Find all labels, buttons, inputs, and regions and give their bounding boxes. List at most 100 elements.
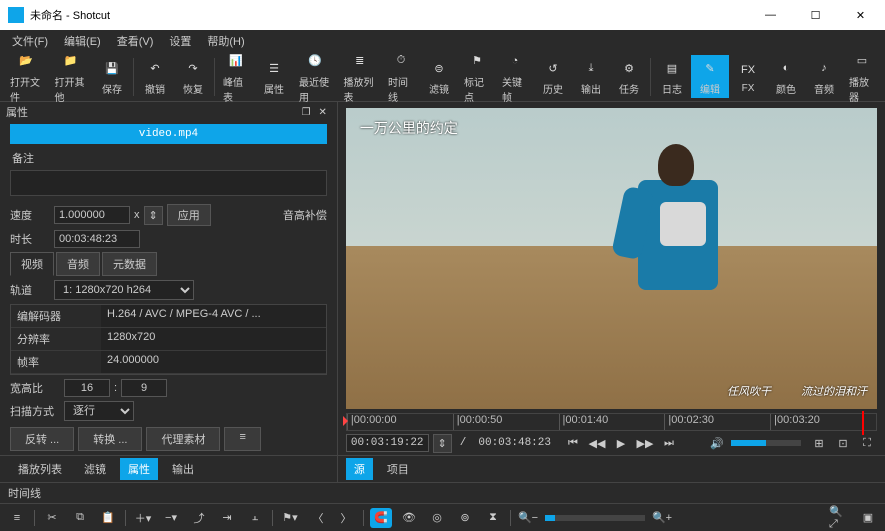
toolbar-fx[interactable]: FXFX (729, 57, 767, 96)
tab-video[interactable]: 视频 (10, 252, 54, 276)
tl-zoom-out-icon[interactable]: 🔍− (517, 508, 539, 528)
resolution-label: 分辨率 (11, 328, 101, 350)
scan-select[interactable]: 逐行 (64, 401, 134, 421)
btab-filters[interactable]: 滤镜 (76, 458, 114, 480)
toolbar-edit[interactable]: ✎编辑 (691, 55, 729, 98)
audio-icon: ♪ (813, 57, 835, 79)
toolbar-audio[interactable]: ♪音频 (805, 55, 843, 98)
tl-scrub-icon[interactable]: 👁 (398, 508, 420, 528)
tab-metadata[interactable]: 元数据 (102, 252, 157, 276)
menu-settings[interactable]: 设置 (161, 31, 199, 51)
pitch-label[interactable]: 音高补偿 (283, 207, 327, 223)
toolbar-color[interactable]: ◐颜色 (767, 55, 805, 98)
video-preview[interactable]: 一万公里的约定 任风吹干流过的泪和汗 (346, 108, 877, 409)
tl-copy-icon[interactable]: ⧉ (69, 508, 91, 528)
tl-next-marker-icon[interactable]: 〉 (335, 508, 357, 528)
toolbar-undo[interactable]: ↶撤销 (136, 55, 174, 98)
fullscreen-icon[interactable]: ⛶ (857, 434, 877, 452)
tl-record-icon[interactable]: ▣ (857, 508, 879, 528)
tl-marker-icon[interactable]: ⚑▾ (279, 508, 301, 528)
tl-zoom-fit-icon[interactable]: 🔍⤢ (829, 508, 851, 528)
tl-add-icon[interactable]: ＋▾ (132, 508, 154, 528)
toolbar-folder-plus[interactable]: 📁打开其他 (49, 48, 94, 106)
rewind-button[interactable]: ◀◀ (587, 434, 607, 452)
zoom-icon[interactable]: ⊡ (833, 434, 853, 452)
toolbar-redo[interactable]: ↷恢复 (174, 55, 212, 98)
volume-icon[interactable]: 🔊 (707, 434, 727, 452)
tl-lift-icon[interactable]: ⤴ (188, 508, 210, 528)
proxy-button[interactable]: 代理素材 (146, 427, 220, 451)
volume-slider[interactable] (731, 440, 801, 446)
log-icon: ▤ (661, 57, 683, 79)
toolbar-playlist[interactable]: ≣播放列表 (338, 48, 383, 106)
tl-paste-icon[interactable]: 📋 (97, 508, 119, 528)
tl-ripple-markers-icon[interactable]: ⧗ (482, 508, 504, 528)
tc-stepper[interactable]: ⇕ (433, 434, 452, 453)
toolbar-filters[interactable]: ⊜滤镜 (420, 55, 458, 98)
maximize-button[interactable]: ☐ (793, 1, 838, 29)
toolbar-export[interactable]: ⤓输出 (572, 55, 610, 98)
tl-ripple-all-icon[interactable]: ⊚ (454, 508, 476, 528)
rtab-project[interactable]: 项目 (379, 458, 417, 480)
tab-audio[interactable]: 音频 (56, 252, 100, 276)
playhead-marker[interactable] (862, 411, 864, 435)
tl-remove-icon[interactable]: −▾ (160, 508, 182, 528)
preview-ruler[interactable]: |00:00:00 |00:00:50 |00:01:40 |00:02:30 … (346, 413, 877, 431)
speed-stepper[interactable]: ⇕ (144, 206, 163, 225)
forward-button[interactable]: ▶▶ (635, 434, 655, 452)
tl-cut-icon[interactable]: ✂ (41, 508, 63, 528)
btab-export[interactable]: 输出 (164, 458, 202, 480)
tl-snap-icon[interactable]: 🧲 (370, 508, 392, 528)
play-button[interactable]: ▶ (611, 434, 631, 452)
duration-input[interactable] (54, 230, 140, 248)
toolbar-folder-open[interactable]: 📂打开文件 (4, 48, 49, 106)
toolbar-save[interactable]: 💾保存 (93, 55, 131, 98)
current-timecode[interactable]: 00:03:19:22 (346, 434, 429, 452)
menu-button[interactable]: ≡ (224, 427, 260, 451)
btab-properties[interactable]: 属性 (120, 458, 158, 480)
convert-button[interactable]: 转换 ... (78, 427, 142, 451)
props-icon: ☰ (263, 57, 285, 79)
rtab-source[interactable]: 源 (346, 458, 373, 480)
apply-button[interactable]: 应用 (167, 204, 211, 226)
grid-icon[interactable]: ⊞ (809, 434, 829, 452)
tl-ripple-icon[interactable]: ◎ (426, 508, 448, 528)
panel-close-icon[interactable]: ✕ (315, 107, 331, 118)
toolbar-peaks[interactable]: 📊峰值表 (217, 48, 255, 106)
player-icon: ▭ (851, 50, 873, 72)
skip-end-button[interactable]: ⏭ (659, 434, 679, 452)
resolution-value: 1280x720 (101, 328, 326, 350)
toolbar-log[interactable]: ▤日志 (653, 55, 691, 98)
folder-open-icon: 📂 (15, 50, 37, 72)
tl-menu-icon[interactable]: ≡ (6, 508, 28, 528)
reverse-button[interactable]: 反转 ... (10, 427, 74, 451)
tl-zoom-in-icon[interactable]: 🔍+ (651, 508, 673, 528)
toolbar-timeline[interactable]: ⏱时间线 (382, 48, 420, 106)
toolbar-jobs[interactable]: ⚙任务 (610, 55, 648, 98)
btab-playlist[interactable]: 播放列表 (10, 458, 70, 480)
export-icon: ⤓ (580, 57, 602, 79)
menu-view[interactable]: 查看(V) (109, 31, 162, 51)
close-button[interactable]: ✕ (838, 1, 883, 29)
toolbar-props[interactable]: ☰属性 (255, 55, 293, 98)
tl-prev-marker-icon[interactable]: 〈 (307, 508, 329, 528)
codec-value: H.264 / AVC / MPEG-4 AVC / ... (101, 305, 326, 327)
skip-start-button[interactable]: ⏮ (563, 434, 583, 452)
minimize-button[interactable]: — (748, 1, 793, 29)
markers-icon: ⚑ (466, 50, 488, 72)
toolbar-recent[interactable]: 🕓最近使用 (293, 48, 338, 106)
tl-overwrite-icon[interactable]: ⇥ (216, 508, 238, 528)
tl-zoom-slider[interactable] (545, 515, 645, 521)
tl-split-icon[interactable]: ⫠ (244, 508, 266, 528)
aspect-w-input[interactable] (64, 379, 110, 397)
toolbar-keyframes[interactable]: ◔关键帧 (496, 48, 534, 106)
toolbar-history[interactable]: ↺历史 (534, 55, 572, 98)
speed-input[interactable] (54, 206, 130, 224)
toolbar-player[interactable]: ▭播放器 (843, 48, 881, 106)
track-select[interactable]: 1: 1280x720 h264 (54, 280, 194, 300)
properties-header: 属性 ❐ ✕ (0, 102, 337, 122)
toolbar-markers[interactable]: ⚑标记点 (458, 48, 496, 106)
panel-popout-icon[interactable]: ❐ (298, 107, 315, 118)
aspect-h-input[interactable] (121, 379, 167, 397)
notes-textarea[interactable] (10, 170, 327, 196)
